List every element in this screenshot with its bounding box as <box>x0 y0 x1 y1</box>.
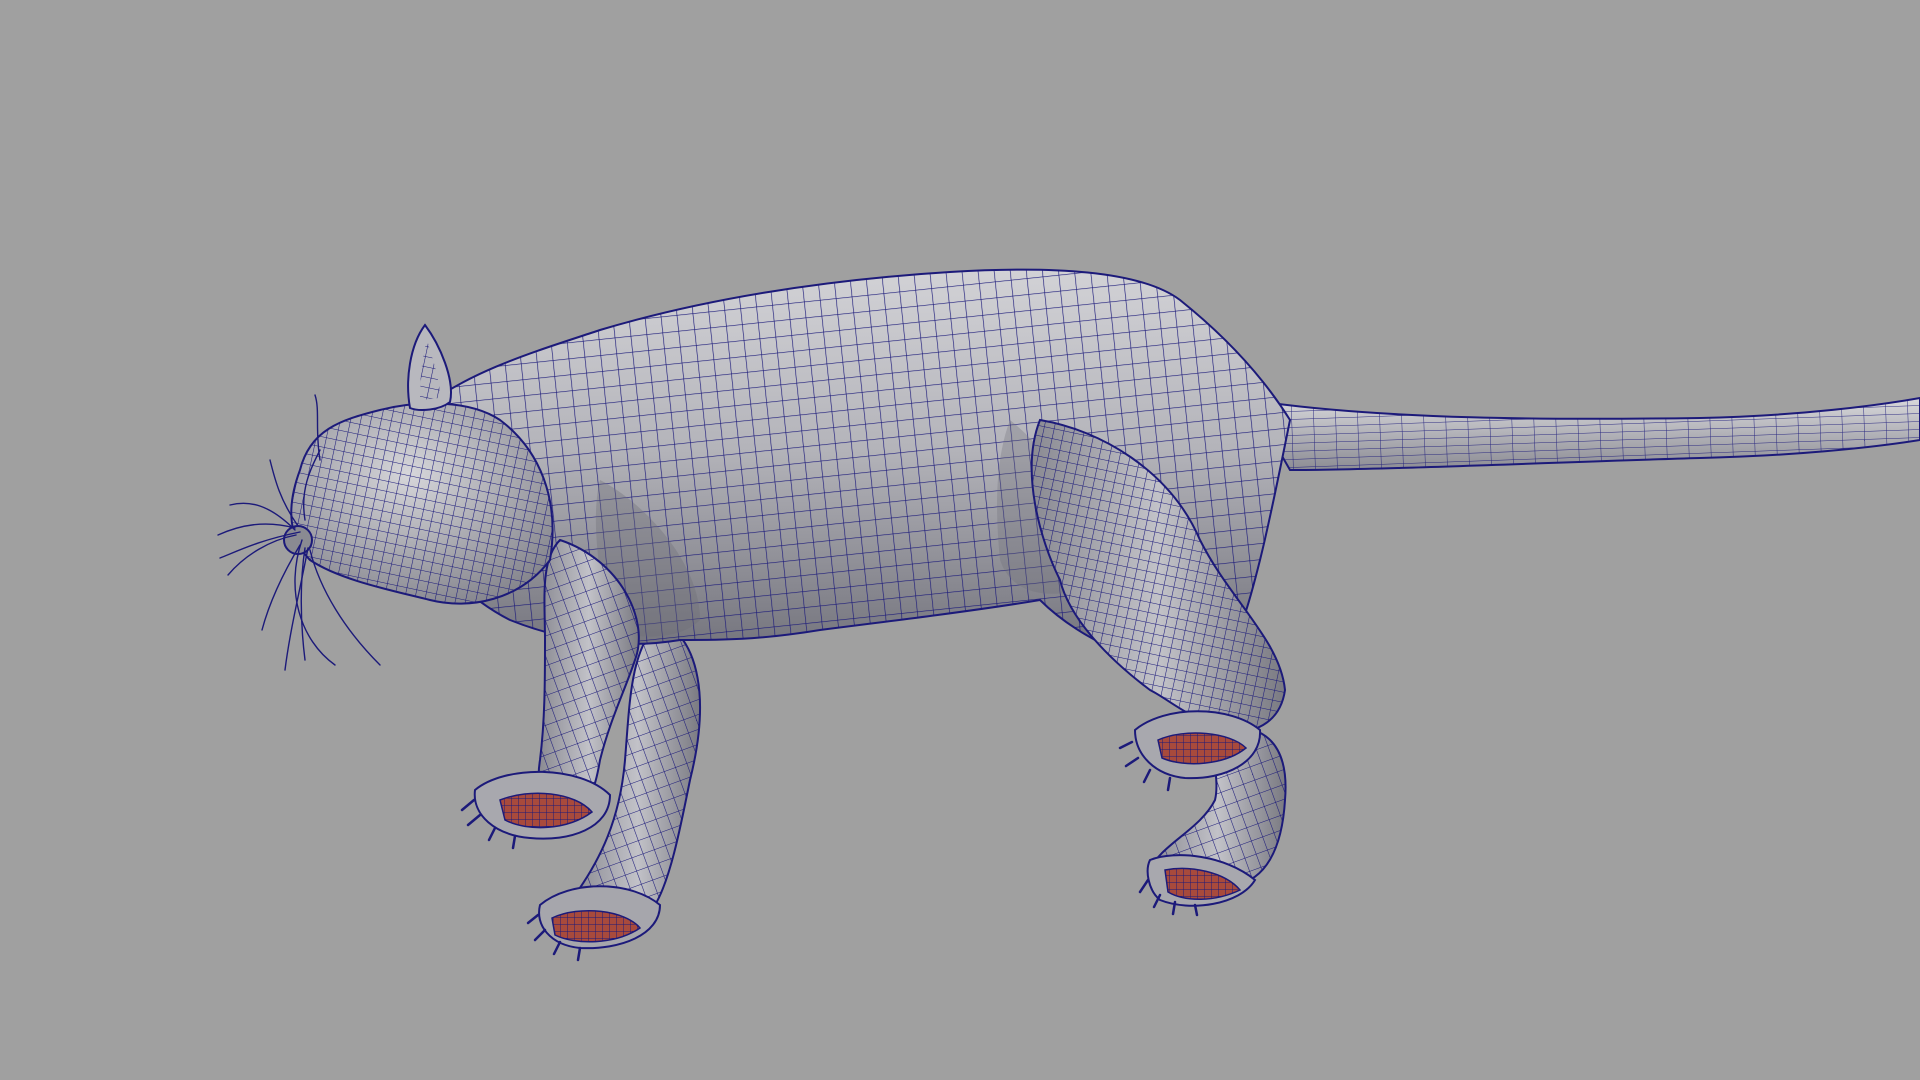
3d-viewport[interactable] <box>0 0 1920 1080</box>
rat-tail[interactable] <box>1248 396 1920 472</box>
rat-model[interactable] <box>0 0 1920 1080</box>
